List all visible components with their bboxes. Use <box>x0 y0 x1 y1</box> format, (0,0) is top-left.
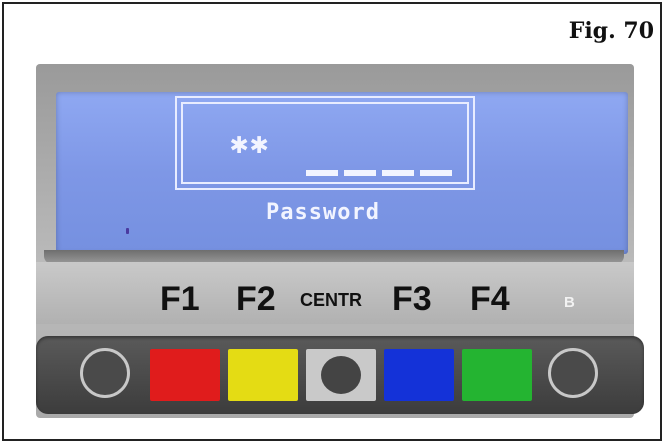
password-prompt: Password <box>266 200 380 225</box>
lcd-speck <box>126 228 129 234</box>
f4-label: F4 <box>470 280 510 318</box>
right-round-button[interactable] <box>548 348 598 398</box>
blue-f3-button[interactable] <box>384 349 454 401</box>
f1-label: F1 <box>160 280 200 318</box>
masked-password: ✱✱ <box>230 126 271 161</box>
f2-label: F2 <box>236 280 276 318</box>
left-round-button[interactable] <box>80 348 130 398</box>
password-slot-2 <box>344 170 376 176</box>
password-slot-1 <box>306 170 338 176</box>
center-button-dot <box>321 356 361 394</box>
center-button[interactable] <box>306 349 376 401</box>
green-f4-button[interactable] <box>462 349 532 401</box>
figure-label: Fig. 70 <box>568 18 654 44</box>
red-f1-button[interactable] <box>150 349 220 401</box>
password-slot-4 <box>420 170 452 176</box>
b-label: B <box>564 294 575 311</box>
yellow-f2-button[interactable] <box>228 349 298 401</box>
password-slot-3 <box>382 170 414 176</box>
centr-label: CENTR <box>300 290 362 310</box>
f3-label: F3 <box>392 280 432 318</box>
